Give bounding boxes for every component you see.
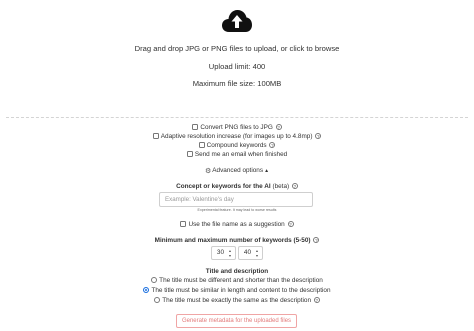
max-keywords-value: 40 [243, 249, 251, 256]
convert-png-checkbox[interactable] [192, 124, 199, 130]
adaptive-resolution-checkbox[interactable] [152, 132, 159, 139]
send-email-checkbox[interactable] [186, 150, 193, 157]
beta-tag: (beta) [272, 183, 290, 190]
concept-label: Concept or keywords for the AI [176, 183, 271, 190]
title-option-label: The title must be similar in length and … [151, 287, 331, 294]
title-option-similar[interactable]: The title must be similar in length and … [0, 286, 474, 295]
concept-input[interactable] [159, 192, 313, 207]
cloud-upload-icon [222, 10, 252, 32]
send-email-label: Send me an email when finished [194, 150, 288, 158]
radio-button[interactable] [151, 277, 158, 283]
help-icon[interactable]: ? [313, 297, 320, 303]
use-filename-checkbox[interactable] [180, 220, 187, 227]
help-icon[interactable]: ? [269, 141, 276, 148]
option-adaptive-resolution[interactable]: Adaptive resolution increase (for images… [0, 132, 474, 141]
max-file-size: Maximum file size: 100MB [192, 79, 282, 88]
title-option-label: The title must be exactly the same as th… [162, 297, 312, 304]
min-keywords-input[interactable]: 30 ▲ ▼ [211, 246, 236, 260]
adaptive-resolution-label: Adaptive resolution increase (for images… [160, 132, 313, 140]
radio-button[interactable] [154, 297, 161, 303]
convert-png-label: Convert PNG files to JPG [200, 124, 273, 131]
advanced-options-toggle[interactable]: ⚙Advanced options▲ [0, 166, 474, 176]
help-icon[interactable]: ? [313, 236, 320, 243]
keyword-range-label: Minimum and maximum number of keywords (… [154, 236, 311, 244]
dropzone-border [6, 117, 468, 118]
concept-heading: Concept or keywords for the AI (beta) ? [0, 182, 474, 191]
caret-up-icon: ▲ [264, 167, 270, 174]
keyword-range-heading: Minimum and maximum number of keywords (… [0, 236, 474, 245]
title-description-heading: Title and description [205, 267, 269, 275]
compound-keywords-label: Compound keywords [206, 141, 267, 149]
help-icon[interactable]: ? [287, 220, 294, 227]
option-use-filename[interactable]: Use the file name as a suggestion ? [0, 220, 474, 229]
generate-metadata-button[interactable]: Generate metadata for the uploaded files [176, 314, 297, 328]
experimental-note: Experimental feature. It may lead to wor… [197, 208, 277, 212]
upload-instruction: Drag and drop JPG or PNG files to upload… [134, 44, 340, 53]
radio-button-selected[interactable] [143, 287, 150, 293]
option-send-email[interactable]: Send me an email when finished [0, 150, 474, 159]
min-keywords-value: 30 [216, 249, 224, 256]
help-icon[interactable]: ? [275, 124, 282, 130]
spinner-icon[interactable]: ▲ ▼ [254, 249, 260, 258]
upload-limit: Upload limit: 400 [208, 62, 266, 71]
help-icon[interactable]: ? [291, 183, 298, 189]
advanced-options-label: Advanced options [212, 167, 264, 174]
help-icon[interactable]: ? [315, 132, 322, 139]
compound-keywords-checkbox[interactable] [198, 141, 205, 148]
title-option-label: The title must be different and shorter … [159, 277, 323, 284]
option-compound-keywords[interactable]: Compound keywords ? [0, 141, 474, 150]
upload-dropzone[interactable]: Drag and drop JPG or PNG files to upload… [0, 0, 474, 117]
use-filename-label: Use the file name as a suggestion [188, 220, 285, 228]
title-option-different[interactable]: The title must be different and shorter … [0, 276, 474, 285]
title-option-same[interactable]: The title must be exactly the same as th… [0, 296, 474, 305]
spinner-icon[interactable]: ▲ ▼ [227, 249, 233, 258]
gear-icon: ⚙ [204, 167, 212, 175]
max-keywords-input[interactable]: 40 ▲ ▼ [238, 246, 263, 260]
